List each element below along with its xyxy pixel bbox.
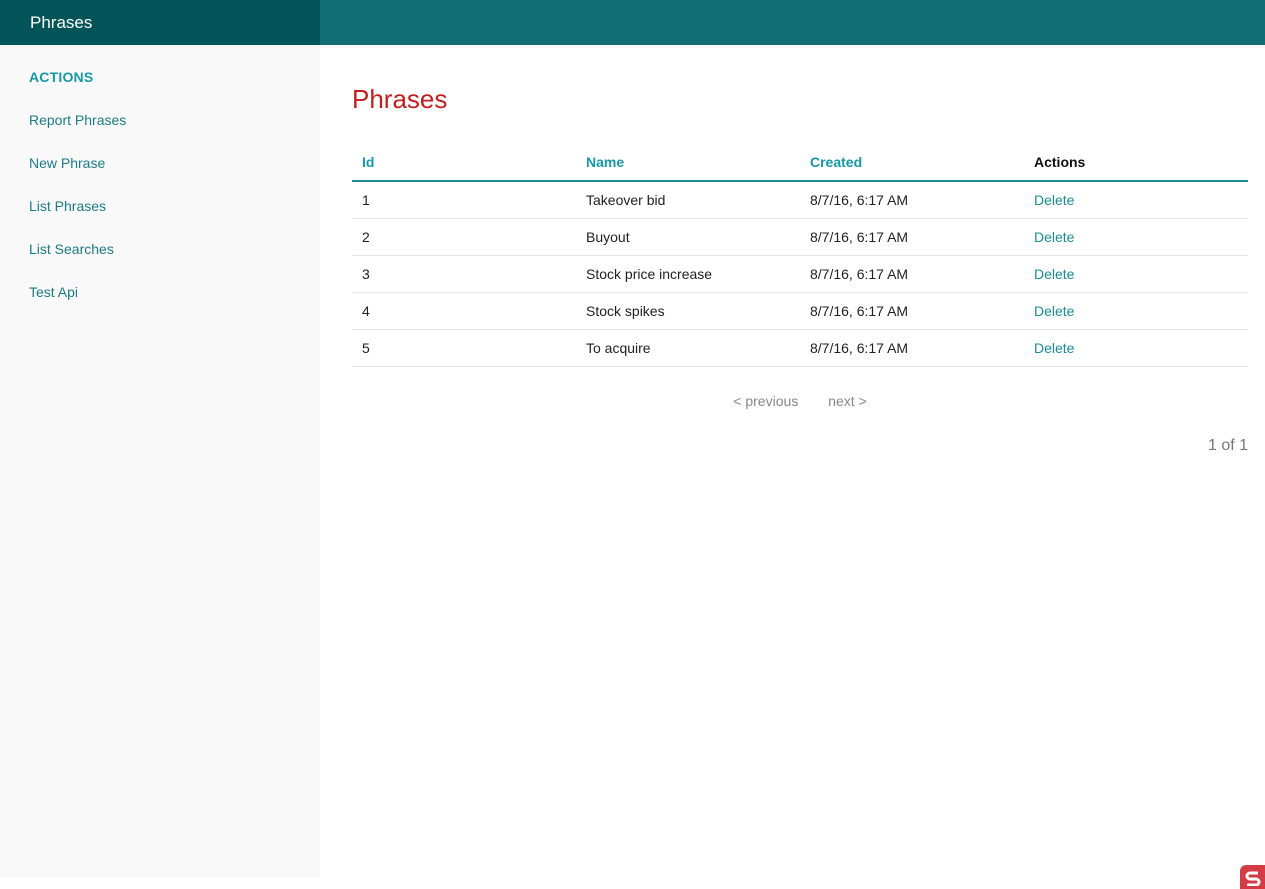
sidebar-item-list-searches[interactable]: List Searches [29,241,114,257]
cell-created: 8/7/16, 6:17 AM [800,218,1024,256]
sidebar-item-test-api[interactable]: Test Api [29,284,78,300]
debug-kit-logo-icon[interactable] [1240,865,1265,889]
table-row: 1 Takeover bid 8/7/16, 6:17 AM Delete [352,181,1248,219]
delete-link[interactable]: Delete [1024,218,1248,256]
debug-kit-logo-glyph [1245,871,1261,886]
cell-created: 8/7/16, 6:17 AM [800,329,1024,367]
table-header-row: Id Name Created Actions [352,144,1248,182]
pagination: < previous next > [352,393,1248,409]
column-header-created[interactable]: Created [800,144,1024,182]
delete-link[interactable]: Delete [1024,292,1248,330]
sidebar-item-new-phrase[interactable]: New Phrase [29,155,105,171]
table-row: 4 Stock spikes 8/7/16, 6:17 AM Delete [352,292,1248,330]
column-header-actions: Actions [1024,144,1248,182]
previous-page-link[interactable]: < previous [733,393,798,409]
cell-created: 8/7/16, 6:17 AM [800,255,1024,293]
delete-link[interactable]: Delete [1024,255,1248,293]
cell-id: 4 [352,292,576,330]
delete-link[interactable]: Delete [1024,329,1248,367]
sidebar-item-list-phrases[interactable]: List Phrases [29,198,106,214]
page-counter: 1 of 1 [1207,437,1248,454]
cell-id: 1 [352,181,576,219]
cell-id: 5 [352,329,576,367]
cell-name: Takeover bid [576,181,800,219]
cell-id: 2 [352,218,576,256]
cell-id: 3 [352,255,576,293]
app-brand[interactable]: Phrases [0,0,320,45]
next-page-link[interactable]: next > [828,393,867,409]
column-header-id[interactable]: Id [352,144,576,182]
sidebar-heading: ACTIONS [29,69,94,85]
cell-name: Stock spikes [576,292,800,330]
table-row: 2 Buyout 8/7/16, 6:17 AM Delete [352,218,1248,256]
table-row: 3 Stock price increase 8/7/16, 6:17 AM D… [352,255,1248,293]
cell-created: 8/7/16, 6:17 AM [800,181,1024,219]
cell-created: 8/7/16, 6:17 AM [800,292,1024,330]
page-title: Phrases [352,84,448,114]
cell-name: To acquire [576,329,800,367]
sidebar-item-report-phrases[interactable]: Report Phrases [29,112,126,128]
phrases-table: Id Name Created Actions 1 Takeover bid 8… [352,144,1248,367]
sidebar: ACTIONS Report Phrases New Phrase List P… [0,45,320,877]
delete-link[interactable]: Delete [1024,181,1248,219]
cell-name: Buyout [576,218,800,256]
column-header-name[interactable]: Name [576,144,800,182]
cell-name: Stock price increase [576,255,800,293]
table-row: 5 To acquire 8/7/16, 6:17 AM Delete [352,329,1248,367]
